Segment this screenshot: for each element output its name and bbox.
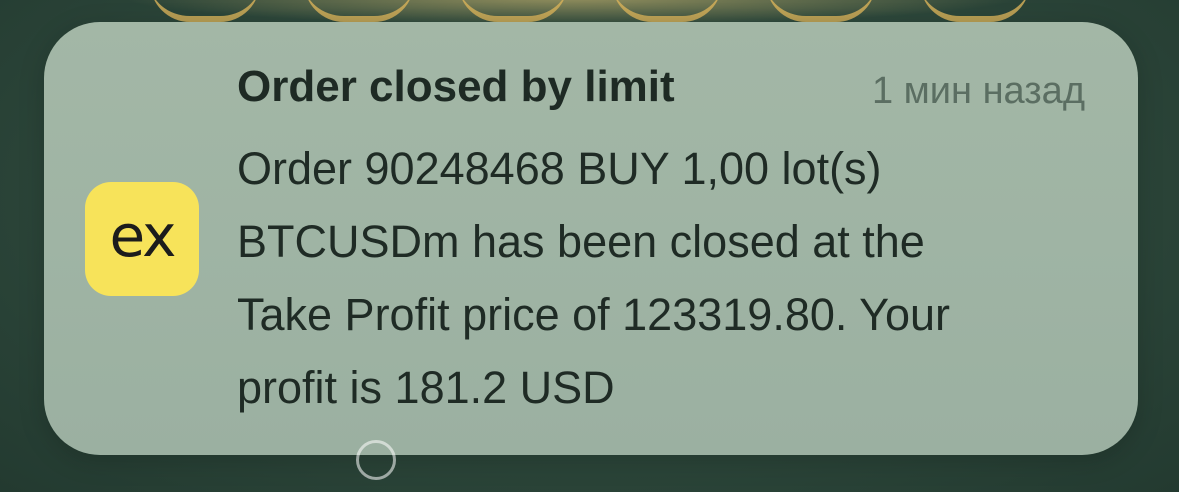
notification-time: 1 мин назад [871,70,1085,112]
app-icon: ex [85,182,199,296]
notification-body-line: BTCUSDm has been closed at the [237,216,925,267]
notification-body-line: Take Profit price of 123319.80. Your [237,289,950,340]
wallpaper-ornament [150,0,260,22]
wallpaper-ornament [920,0,1030,22]
notification-body-line: profit is 181.2 USD [237,362,615,413]
notification-body-line: Order 90248468 BUY 1,00 lot(s) [237,143,882,194]
app-icon-label: ex [109,202,177,270]
wallpaper-ring [356,440,396,480]
notification-title: Order closed by limit [237,62,675,111]
notification-body: Order 90248468 BUY 1,00 lot(s) BTCUSDm h… [237,132,1057,424]
wallpaper-decoration [150,0,1030,22]
